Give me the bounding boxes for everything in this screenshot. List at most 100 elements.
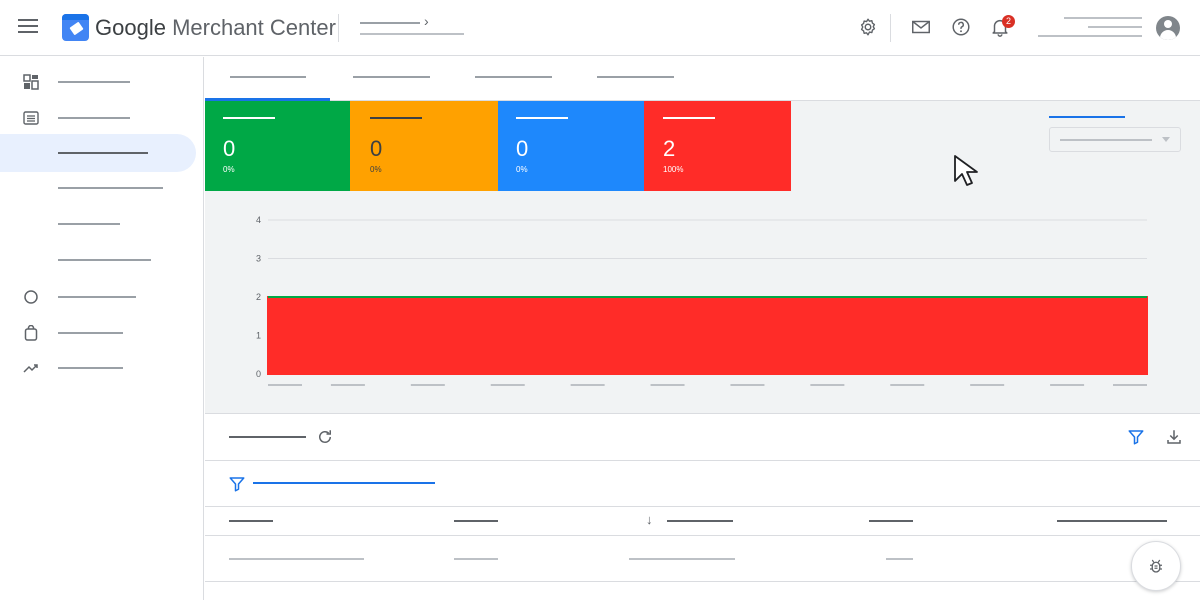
y-tick-label: 1 bbox=[256, 331, 261, 341]
y-tick-label: 2 bbox=[256, 292, 261, 302]
scorecard-expiring[interactable]: 0 0% bbox=[350, 101, 498, 191]
scorecard-percent: 0% bbox=[370, 165, 382, 174]
merchant-center-logo[interactable] bbox=[62, 14, 89, 41]
main-content: 0 0% 0 0% 0 0% 2 100% 4 3 2 1 0 ↓ bbox=[205, 57, 1200, 600]
filter-icon[interactable] bbox=[228, 475, 246, 493]
tab-item-issues[interactable] bbox=[205, 57, 330, 101]
sidebar-item-products[interactable] bbox=[0, 99, 196, 137]
sidebar bbox=[0, 57, 204, 600]
status-area-chart: 4 3 2 1 0 bbox=[256, 215, 1148, 386]
sort-arrow-icon[interactable]: ↓ bbox=[646, 512, 653, 527]
scorecard-label bbox=[370, 117, 422, 119]
table-cell-issue[interactable] bbox=[229, 558, 364, 560]
column-header-issue[interactable] bbox=[229, 520, 273, 522]
filter-row bbox=[205, 461, 1200, 507]
help-icon[interactable] bbox=[950, 16, 972, 38]
circle-icon bbox=[24, 290, 38, 304]
sidebar-item-label bbox=[58, 367, 123, 369]
filter-input[interactable] bbox=[253, 482, 435, 484]
scorecard-active[interactable]: 0 0% bbox=[205, 101, 350, 191]
x-tick-label bbox=[1050, 384, 1085, 386]
sidebar-item-sources[interactable] bbox=[0, 241, 196, 279]
avatar-icon[interactable] bbox=[1156, 16, 1180, 40]
scorecard-label bbox=[663, 117, 715, 119]
tab-feed-issues[interactable] bbox=[452, 57, 574, 101]
account-switcher-label[interactable] bbox=[360, 22, 420, 24]
tab-account-issues[interactable] bbox=[330, 57, 452, 101]
scorecard-label bbox=[516, 117, 568, 119]
scorecard-percent: 100% bbox=[663, 165, 684, 174]
app-title[interactable]: Google Merchant Center bbox=[95, 15, 336, 41]
sidebar-item-label bbox=[58, 117, 130, 119]
account-email bbox=[1038, 35, 1142, 37]
y-tick-label: 0 bbox=[256, 369, 261, 379]
scorecard-disapproved[interactable]: 2 100% bbox=[644, 101, 791, 191]
sidebar-item-feeds[interactable] bbox=[0, 205, 196, 243]
date-range-value bbox=[1060, 139, 1152, 141]
bag-icon bbox=[24, 325, 38, 341]
scorecard-pending[interactable]: 0 0% bbox=[498, 101, 644, 191]
sidebar-item-shopping[interactable] bbox=[0, 314, 196, 352]
tab-label bbox=[597, 76, 674, 78]
mouse-cursor-icon bbox=[954, 155, 978, 186]
x-tick-label bbox=[490, 384, 525, 386]
download-icon[interactable] bbox=[1165, 428, 1183, 446]
table-cell-percent bbox=[886, 558, 913, 560]
tab-history[interactable] bbox=[574, 57, 696, 101]
sidebar-item-marketing[interactable] bbox=[0, 278, 196, 316]
table-title bbox=[229, 436, 306, 438]
sidebar-item-label bbox=[58, 259, 151, 261]
sidebar-item-label bbox=[58, 187, 163, 189]
column-header-affected-items[interactable] bbox=[667, 520, 733, 522]
column-header-percent[interactable] bbox=[869, 520, 913, 522]
scorecard-value: 0 bbox=[370, 136, 383, 161]
sidebar-item-diagnostics[interactable] bbox=[0, 134, 196, 172]
y-tick-label: 4 bbox=[256, 215, 261, 225]
account-name[interactable] bbox=[1064, 17, 1142, 19]
status-chart: 4 3 2 1 0 bbox=[205, 201, 1200, 401]
scorecard-percent: 0% bbox=[223, 165, 235, 174]
x-tick-label bbox=[890, 384, 925, 386]
header-divider bbox=[338, 14, 339, 42]
table-cell-affected-items bbox=[629, 558, 735, 560]
sidebar-item-label bbox=[58, 152, 148, 154]
scorecard-label bbox=[223, 117, 275, 119]
tab-bar bbox=[205, 57, 1200, 101]
table-row[interactable] bbox=[205, 536, 1200, 582]
notification-badge: 2 bbox=[1002, 15, 1015, 28]
y-tick-label: 3 bbox=[256, 254, 261, 264]
table-toolbar bbox=[205, 415, 1200, 461]
table-header: ↓ bbox=[205, 507, 1200, 536]
breadcrumb-arrow: › bbox=[424, 13, 429, 29]
sidebar-item-performance[interactable] bbox=[0, 349, 196, 387]
x-tick-label bbox=[650, 384, 685, 386]
date-range-select[interactable] bbox=[1049, 127, 1181, 152]
tab-label bbox=[475, 76, 552, 78]
header-divider bbox=[890, 14, 891, 42]
chart-area-series-0 bbox=[267, 296, 1148, 375]
column-header-examples[interactable] bbox=[1057, 520, 1167, 522]
refresh-icon[interactable] bbox=[316, 428, 334, 446]
top-app-bar: Google Merchant Center › 2 bbox=[0, 0, 1200, 56]
date-range-label[interactable] bbox=[1049, 116, 1125, 118]
app-title-brand: Google bbox=[95, 15, 166, 40]
x-tick-label bbox=[970, 384, 1005, 386]
sidebar-item-label bbox=[58, 223, 120, 225]
mail-icon[interactable] bbox=[910, 16, 932, 38]
app-title-product: Merchant Center bbox=[165, 15, 336, 40]
chevron-down-icon bbox=[1162, 137, 1170, 142]
sidebar-item-overview[interactable] bbox=[0, 63, 196, 101]
column-header-status[interactable] bbox=[454, 520, 498, 522]
dashboard-icon bbox=[23, 74, 39, 90]
scorecard-value: 0 bbox=[223, 136, 236, 161]
sidebar-item-all-products[interactable] bbox=[0, 169, 196, 207]
x-tick-label bbox=[410, 384, 445, 386]
filter-icon[interactable] bbox=[1127, 428, 1145, 446]
account-switcher-underline bbox=[360, 33, 464, 35]
x-tick-label bbox=[268, 384, 302, 386]
menu-icon[interactable] bbox=[18, 18, 38, 34]
gear-icon[interactable] bbox=[857, 16, 879, 38]
sidebar-item-label bbox=[58, 296, 136, 298]
feedback-button[interactable] bbox=[1131, 541, 1181, 591]
tab-label bbox=[353, 76, 430, 78]
